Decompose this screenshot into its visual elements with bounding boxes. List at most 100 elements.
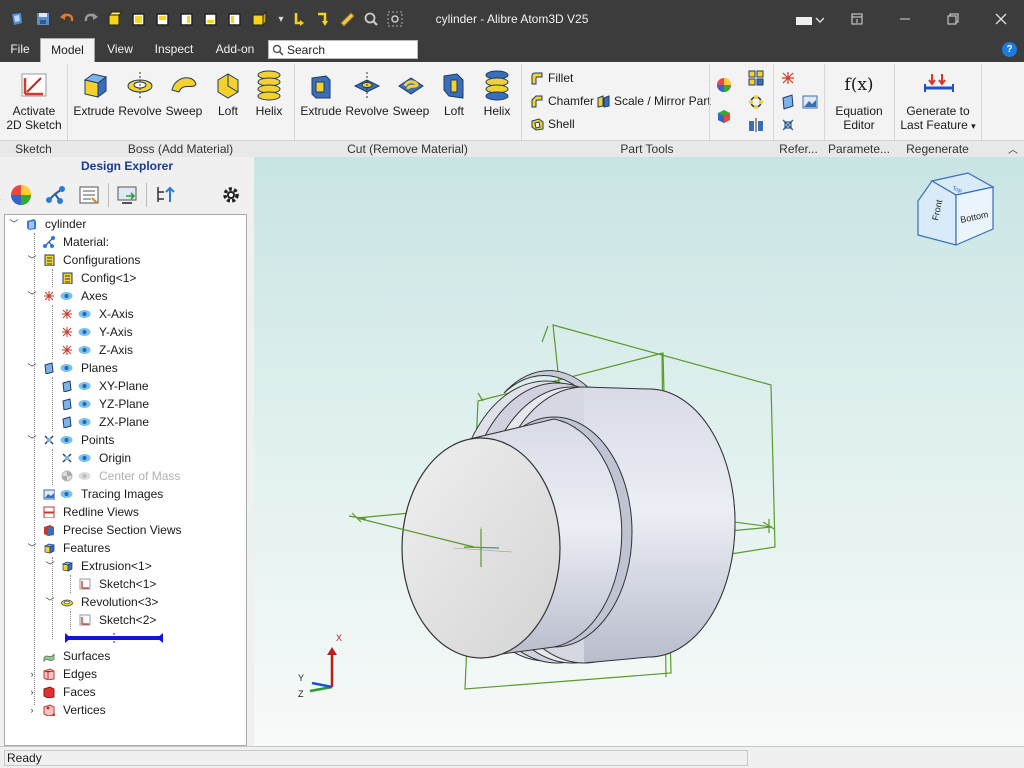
equation-editor-button[interactable]: f(x) Equation Editor (830, 68, 888, 132)
view-cube[interactable]: Front Bottom Top (917, 172, 995, 246)
boss-extrude-button[interactable]: Extrude (72, 68, 116, 118)
visibility-eye-icon[interactable] (78, 453, 91, 463)
restore-button[interactable] (930, 0, 976, 38)
cut-helix-button[interactable]: Helix (476, 68, 518, 118)
tree-label: XY-Plane (99, 379, 149, 393)
settings-gear-icon[interactable] (218, 182, 244, 208)
scale-mirror-button[interactable]: Scale / Mirror Part (596, 92, 711, 110)
visibility-eye-icon[interactable] (60, 363, 73, 373)
group-label-boss: Boss (Add Material) (127, 142, 234, 156)
reference-plane-icon[interactable] (780, 94, 796, 113)
visibility-eye-icon[interactable] (60, 435, 73, 445)
chamfer-label: Chamfer (548, 94, 595, 108)
tab-inspect[interactable]: Inspect (148, 38, 200, 62)
center-of-mass-icon (61, 470, 73, 482)
visibility-eye-icon[interactable] (78, 381, 91, 391)
ribbon-display-icon[interactable] (834, 0, 880, 38)
visibility-eye-icon[interactable] (78, 309, 91, 319)
sketch-icon (79, 578, 91, 590)
boss-loft-button[interactable]: Loft (206, 68, 250, 118)
activate-label-1: Activate (12, 104, 56, 118)
ribbon-group-labels: Sketch Boss (Add Material) Cut (Remove M… (0, 140, 1024, 157)
shell-button[interactable]: Shell (530, 115, 575, 133)
visibility-eye-icon[interactable] (78, 345, 91, 355)
tab-model[interactable]: Model (40, 38, 95, 62)
status-bar: Ready (0, 746, 1024, 768)
design-tree: ﹀ cylinder Material: ﹀ Configurations Co… (4, 214, 247, 746)
group-label-cut: Cut (Remove Material) (347, 142, 468, 156)
tree-line (52, 269, 53, 287)
visibility-eye-icon[interactable] (78, 417, 91, 427)
visibility-eye-icon[interactable] (78, 399, 91, 409)
design-explorer-title: Design Explorer (80, 159, 174, 173)
cut-revolve-button[interactable]: Revolve (345, 68, 389, 118)
color-wheel-icon[interactable] (8, 182, 34, 208)
visibility-eye-icon[interactable] (60, 489, 73, 499)
visibility-eye-icon[interactable] (78, 471, 91, 481)
menu-bar: File Model View Inspect Add-on (0, 38, 1024, 62)
tree-label: Configurations (63, 253, 141, 267)
part-icon (27, 219, 36, 230)
search-input[interactable]: Search (268, 40, 418, 59)
tree-label: Precise Section Views (63, 523, 182, 537)
theme-selector[interactable] (790, 0, 830, 38)
boss-revolve-button[interactable]: Revolve (118, 68, 162, 118)
tracing-image-icon[interactable] (802, 94, 818, 113)
help-button[interactable]: ? (1002, 42, 1017, 57)
fillet-button[interactable]: Fillet (530, 69, 573, 87)
extrude-feature-icon (61, 561, 73, 572)
shell-icon (531, 118, 544, 131)
equation-label-2: Editor (843, 118, 875, 132)
color-wheel-icon[interactable] (716, 77, 732, 96)
tree-sort-icon[interactable] (152, 182, 178, 208)
equation-label-1: Equation (835, 104, 883, 118)
network-icon[interactable] (42, 182, 68, 208)
pattern-icon[interactable] (748, 70, 764, 89)
tree-label: Sketch<1> (99, 577, 157, 591)
mirror-feature-icon[interactable] (748, 117, 764, 136)
boss-extrude-label: Extrude (73, 104, 115, 118)
circular-pattern-icon[interactable] (748, 94, 764, 113)
close-button[interactable] (978, 0, 1024, 38)
triad-x-label: X (336, 633, 342, 643)
material-icon[interactable] (716, 108, 732, 127)
cut-helix-label: Helix (483, 104, 511, 118)
chamfer-icon (531, 95, 543, 108)
visibility-eye-icon[interactable] (60, 291, 73, 301)
function-icon: f(x) (844, 75, 874, 95)
chamfer-button[interactable]: Chamfer (530, 92, 594, 110)
tab-file[interactable]: File (4, 38, 36, 62)
tree-label: Z-Axis (99, 343, 133, 357)
rollback-bar[interactable] (63, 632, 165, 644)
faces-icon (43, 686, 55, 698)
activate-2d-sketch-button[interactable]: Activate 2D Sketch (4, 68, 64, 132)
minimize-button[interactable] (882, 0, 928, 38)
3d-viewport[interactable]: Front Bottom Top X Y Z (254, 157, 1024, 746)
reference-axis-icon[interactable] (780, 70, 796, 89)
boss-sweep-button[interactable]: Sweep (162, 68, 206, 118)
boss-helix-button[interactable]: Helix (248, 68, 290, 118)
cut-loft-label: Loft (443, 104, 464, 118)
boss-helix-icon (253, 68, 285, 102)
cut-loft-button[interactable]: Loft (433, 68, 475, 118)
tree-line (52, 305, 53, 359)
generate-to-last-feature-button[interactable]: Generate to Last Feature ▾ (898, 68, 978, 132)
tree-label: Edges (63, 667, 98, 681)
tab-add-on[interactable]: Add-on (208, 38, 262, 62)
tree-label: Y-Axis (99, 325, 133, 339)
tracing-image-icon (43, 489, 55, 500)
cylinder-body[interactable] (401, 370, 736, 664)
vertices-icon (43, 704, 55, 716)
planes-icon (44, 362, 54, 374)
cut-sweep-button[interactable]: Sweep (389, 68, 433, 118)
cut-extrude-icon (305, 68, 337, 102)
cut-extrude-button[interactable]: Extrude (299, 68, 343, 118)
display-settings-icon[interactable] (114, 182, 140, 208)
tab-view[interactable]: View (100, 38, 140, 62)
cut-revolve-label: Revolve (345, 104, 389, 118)
visibility-eye-icon[interactable] (78, 327, 91, 337)
collapse-ribbon-icon[interactable]: ︿ (1006, 141, 1020, 156)
tree-label: Vertices (63, 703, 106, 717)
reference-point-icon[interactable] (780, 117, 796, 136)
properties-icon[interactable] (76, 182, 102, 208)
